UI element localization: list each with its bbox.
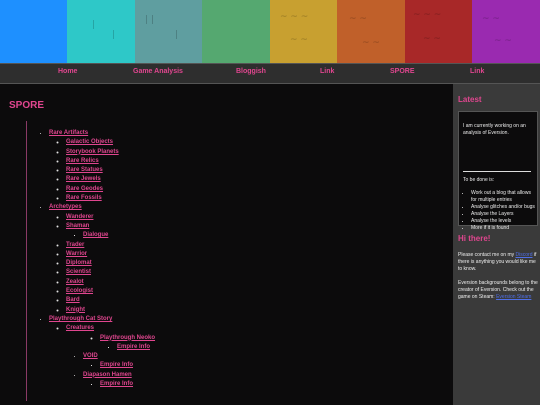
list-item: Rare Jewels (66, 175, 453, 184)
link-rare-statues[interactable]: Rare Statues (66, 167, 103, 173)
link-galactic-objects[interactable]: Galactic Objects (66, 139, 113, 145)
link-bard[interactable]: Bard (66, 297, 80, 303)
list-item: Bard (66, 296, 453, 305)
list-item: Diplomat (66, 259, 453, 268)
link-rare-artifacts[interactable]: Rare Artifacts (49, 130, 88, 136)
todo-label: To be done is: (463, 177, 495, 183)
list-item: Storybook Planets (66, 148, 453, 157)
list-item: Rare Relics (66, 157, 453, 166)
list-item: Archetypes Wanderer Shaman Dialogue Trad… (49, 203, 453, 315)
main-content: SPORE Rare Artifacts Galactic Objects St… (0, 84, 454, 405)
link-empire-info[interactable]: Empire Info (100, 381, 133, 387)
todo-list: Work out a blog that allows for multiple… (463, 190, 535, 232)
list-item: Empire Info (100, 380, 453, 389)
link-scientist[interactable]: Scientist (66, 269, 91, 275)
contact-pre: Please contact me on my (458, 252, 515, 258)
nav-link-2[interactable]: Link (470, 68, 484, 75)
latest-heading: Latest (458, 95, 482, 104)
list-item: Analyse glitches and/or bugs (471, 204, 535, 211)
link-archetypes[interactable]: Archetypes (49, 204, 82, 210)
header-banner: | | | | | ~ ~ ~ ~ ~ ~ ~ ~ ~ ~ ~ ~ ~ ~ ~ ~ ~ ~ (0, 0, 540, 63)
link-warrior[interactable]: Warrior (66, 251, 87, 257)
list-item: Playthrough Neoko Empire Info (83, 334, 453, 353)
link-diapason-hamen[interactable]: Diapason Hamen (83, 372, 132, 378)
link-dialogue[interactable]: Dialogue (83, 232, 108, 238)
link-storybook-planets[interactable]: Storybook Planets (66, 149, 119, 155)
banner-band-yellow: ~ ~ ~ ~ ~ (270, 0, 337, 63)
list-item: Galactic Objects (66, 138, 453, 147)
page-title: SPORE (9, 100, 45, 111)
list-item: More if it is found (471, 225, 535, 232)
banner-band-green (202, 0, 270, 63)
list-item: Creatures Playthrough Neoko Empire Info (66, 324, 453, 389)
banner-band-blue (0, 0, 67, 63)
list-item: Analyse the levels (471, 218, 535, 225)
list-item: Shaman Dialogue (66, 222, 453, 241)
latest-box: I am currently working on an analysis of… (458, 111, 538, 231)
list-item: Diapason Hamen Empire Info (83, 371, 453, 390)
latest-intro: I am currently working on an analysis of… (463, 123, 526, 136)
list-item: Analyse the Layers (471, 211, 535, 218)
nav-link-1[interactable]: Link (320, 68, 334, 75)
link-shaman[interactable]: Shaman (66, 223, 89, 229)
list-item: Rare Geodes (66, 185, 453, 194)
list-item: Zealot (66, 278, 453, 287)
list-item: Ecologist (66, 287, 453, 296)
divider (463, 171, 531, 172)
link-zealot[interactable]: Zealot (66, 279, 84, 285)
steam-link[interactable]: Eversion Steam (496, 294, 531, 300)
list-item: Rare Fossils (66, 194, 453, 203)
list-item: Knight (66, 306, 453, 315)
banner-band-red: ~ ~ ~ ~ ~ (405, 0, 472, 63)
list-item: Empire Info (100, 361, 453, 370)
list-item: Playthrough Cat Story Creatures Playthro… (49, 315, 453, 389)
link-rare-relics[interactable]: Rare Relics (66, 158, 99, 164)
nav-spore[interactable]: SPORE (390, 68, 415, 75)
banner-band-orange: ~ ~ ~ ~ (337, 0, 405, 63)
link-knight[interactable]: Knight (66, 307, 85, 313)
list-item: Scientist (66, 268, 453, 277)
list-item: Rare Statues (66, 166, 453, 175)
list-item: Rare Artifacts Galactic Objects Storyboo… (49, 129, 453, 203)
hi-heading: Hi there! (458, 234, 491, 243)
banner-band-purple: ~ ~ ~ ~ (472, 0, 540, 63)
link-rare-fossils[interactable]: Rare Fossils (66, 195, 102, 201)
list-item: Empire Info (117, 343, 453, 352)
list-item: Dialogue (83, 231, 453, 240)
list-item: VOID Empire Info (83, 352, 453, 371)
list-item: Wanderer (66, 213, 453, 222)
list-item: Trader (66, 241, 453, 250)
credit-text: Eversion backgrounds belong to the creat… (458, 280, 538, 301)
link-diplomat[interactable]: Diplomat (66, 260, 92, 266)
nav-game-analysis[interactable]: Game Analysis (133, 68, 183, 75)
link-empire-info[interactable]: Empire Info (117, 344, 150, 350)
link-trader[interactable]: Trader (66, 242, 84, 248)
top-nav: Home Game Analysis Bloggish Link SPORE L… (0, 63, 540, 84)
link-wanderer[interactable]: Wanderer (66, 214, 93, 220)
link-ecologist[interactable]: Ecologist (66, 288, 93, 294)
link-playthrough-neoko[interactable]: Playthrough Neoko (100, 335, 155, 341)
banner-band-teal: | | | (135, 0, 202, 63)
sidebar: Latest I am currently working on an anal… (454, 84, 540, 405)
list-item: Playthrough Neoko Empire Info (100, 334, 453, 353)
nav-home[interactable]: Home (58, 68, 77, 75)
discord-link[interactable]: Discord (516, 252, 533, 258)
spore-page-tree: Rare Artifacts Galactic Objects Storyboo… (26, 121, 453, 401)
link-void[interactable]: VOID (83, 353, 98, 359)
banner-band-cyan: | | (67, 0, 135, 63)
contact-text: Please contact me on my Discord if there… (458, 252, 538, 273)
link-creatures[interactable]: Creatures (66, 325, 94, 331)
list-item: Work out a blog that allows for multiple… (471, 190, 535, 204)
list-item: Warrior (66, 250, 453, 259)
link-rare-geodes[interactable]: Rare Geodes (66, 186, 103, 192)
nav-bloggish[interactable]: Bloggish (236, 68, 266, 75)
link-playthrough-cat-story[interactable]: Playthrough Cat Story (49, 316, 112, 322)
link-empire-info[interactable]: Empire Info (100, 362, 133, 368)
link-rare-jewels[interactable]: Rare Jewels (66, 176, 101, 182)
